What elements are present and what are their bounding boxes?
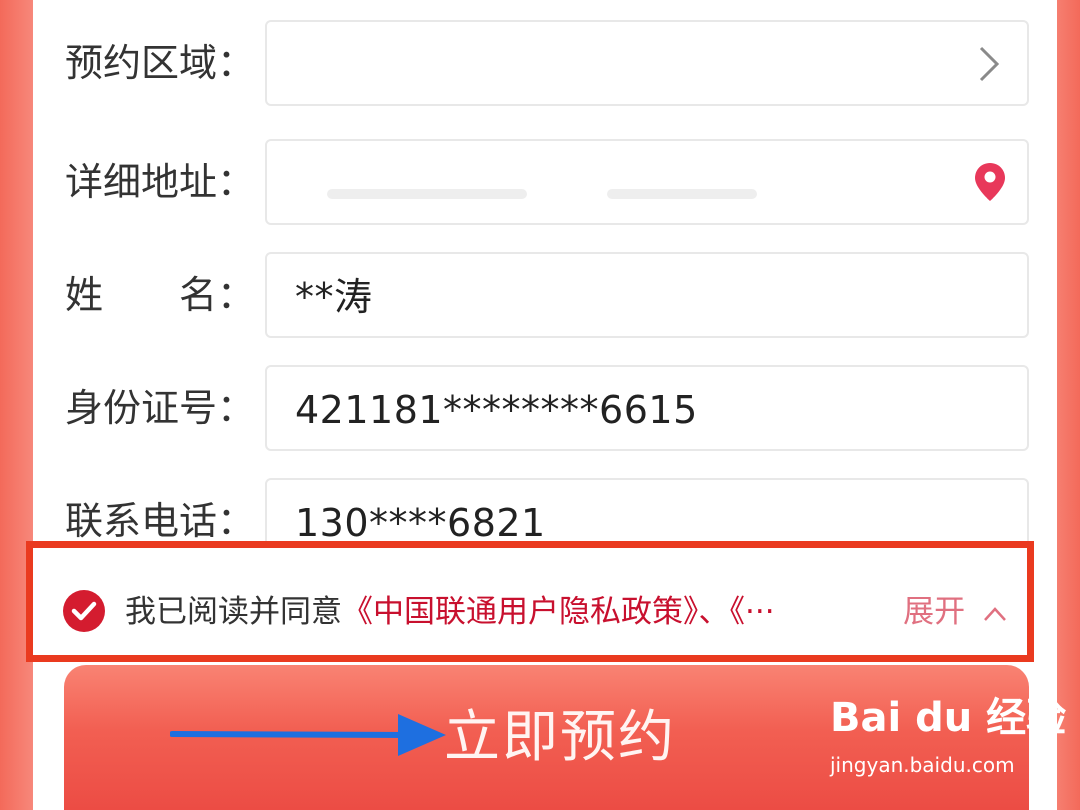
agreement-checkbox[interactable] — [63, 590, 105, 632]
blurred-text — [607, 189, 757, 199]
id-number-input[interactable]: 421181********6615 — [265, 365, 1029, 451]
region-select[interactable] — [265, 20, 1029, 106]
name-value: **涛 — [295, 275, 373, 319]
region-label: 预约区域： — [65, 41, 256, 85]
watermark-logo: Bai du 经验 — [830, 695, 1067, 741]
phone-value: 130****6821 — [295, 501, 546, 545]
watermark-url: jingyan.baidu.com — [830, 753, 1015, 777]
privacy-policy-link[interactable]: 《中国联通用户隐私政策》、《··· — [342, 594, 775, 630]
arrow-annotation-icon — [170, 714, 446, 756]
agreement-prefix: 我已阅读并同意 — [125, 594, 342, 630]
checkmark-icon — [71, 601, 97, 621]
name-input[interactable]: **涛 — [265, 252, 1029, 338]
name-row: 姓 名： **涛 — [33, 252, 1057, 338]
submit-label: 立即预约 — [444, 705, 676, 770]
baidu-jingyan-watermark: Bai du 经验 jingyan.baidu.com — [830, 688, 1066, 788]
blurred-text — [327, 189, 527, 199]
region-row: 预约区域： — [33, 20, 1057, 106]
agreement-highlight-box: 我已阅读并同意《中国联通用户隐私政策》、《··· 展开 — [26, 541, 1034, 662]
id-number-row: 身份证号： 421181********6615 — [33, 365, 1057, 451]
agreement-text: 我已阅读并同意《中国联通用户隐私政策》、《··· — [125, 592, 775, 632]
address-row: 详细地址： — [33, 139, 1057, 225]
name-label: 姓 名： — [65, 273, 256, 317]
id-number-value: 421181********6615 — [295, 388, 698, 432]
id-number-label: 身份证号： — [65, 386, 256, 430]
address-label: 详细地址： — [65, 160, 256, 204]
chevron-right-icon — [979, 46, 1000, 82]
expand-toggle[interactable]: 展开 — [903, 592, 1007, 632]
address-input[interactable] — [265, 139, 1029, 225]
phone-label: 联系电话： — [65, 499, 256, 543]
location-pin-icon[interactable] — [973, 161, 1007, 203]
expand-label: 展开 — [903, 594, 966, 630]
chevron-up-icon — [984, 606, 1006, 621]
